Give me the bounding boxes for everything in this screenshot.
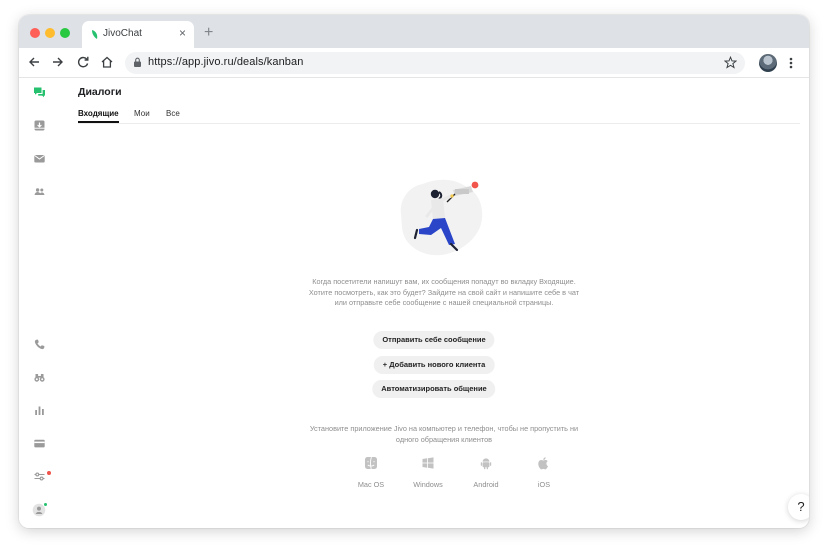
browser-toolbar: https://app.jivo.ru/deals/kanban bbox=[19, 48, 809, 78]
tab-close-icon[interactable]: × bbox=[179, 26, 186, 40]
phone-icon[interactable] bbox=[33, 338, 46, 351]
app-macos-link[interactable]: Mac OS bbox=[346, 456, 396, 489]
reload-icon[interactable] bbox=[76, 55, 90, 69]
credit-card-icon[interactable] bbox=[33, 437, 46, 450]
tab-all[interactable]: Все bbox=[166, 109, 180, 118]
back-arrow-icon[interactable] bbox=[27, 55, 41, 69]
empty-state-line: или отправьте себе сообщение с нашей спе… bbox=[334, 298, 554, 308]
help-button[interactable]: ? bbox=[788, 494, 809, 520]
app-label: Mac OS bbox=[357, 480, 385, 489]
add-new-client-button[interactable]: + Добавить нового клиента bbox=[373, 356, 495, 374]
app-label: Windows bbox=[413, 480, 443, 489]
maximize-window-button[interactable] bbox=[60, 28, 70, 38]
empty-state-illustration bbox=[400, 179, 483, 256]
address-bar[interactable]: https://app.jivo.ru/deals/kanban bbox=[125, 52, 745, 74]
envelope-icon[interactable] bbox=[33, 152, 46, 165]
browser-window: JivoChat × + https://app.jivo.ru/deals/k… bbox=[19, 15, 809, 528]
close-window-button[interactable] bbox=[30, 28, 40, 38]
home-icon[interactable] bbox=[100, 55, 114, 69]
apps-promo-line: одного обращения клиентов bbox=[395, 434, 493, 444]
new-tab-button[interactable]: + bbox=[204, 24, 213, 42]
url-text: https://app.jivo.ru/deals/kanban bbox=[148, 56, 304, 68]
send-self-message-button[interactable]: Отправить себе сообщение bbox=[373, 331, 495, 349]
tab-incoming[interactable]: Входящие bbox=[78, 109, 119, 118]
online-status-dot bbox=[43, 502, 48, 507]
binoculars-icon[interactable] bbox=[33, 371, 46, 384]
app-label: iOS bbox=[537, 480, 551, 489]
bar-chart-icon[interactable] bbox=[33, 404, 46, 417]
contacts-icon[interactable] bbox=[33, 185, 46, 198]
app-label: Android bbox=[473, 480, 499, 489]
empty-state-line: Когда посетители напишут вам, их сообщен… bbox=[312, 277, 576, 286]
app-windows-link[interactable]: Windows bbox=[403, 456, 453, 489]
empty-state-line: Хотите посмотреть, как это будет? Зайдит… bbox=[308, 287, 580, 297]
apps-promo-text: Установите приложение Jivo на компьютер … bbox=[279, 424, 609, 445]
app-sidebar bbox=[19, 78, 59, 528]
app-ios-link[interactable]: iOS bbox=[519, 456, 569, 489]
finder-icon bbox=[365, 456, 377, 470]
apple-icon bbox=[538, 457, 548, 470]
settings-notification-badge bbox=[47, 471, 51, 475]
browser-tab-bar: JivoChat × + bbox=[19, 15, 809, 48]
tabs-divider bbox=[78, 123, 800, 124]
browser-menu-icon[interactable] bbox=[788, 56, 794, 70]
settings-sliders-icon[interactable] bbox=[33, 470, 46, 483]
windows-icon bbox=[422, 457, 434, 469]
page-title: Диалоги bbox=[78, 86, 122, 98]
main-content: Диалоги Входящие Мои Все Когда посетител bbox=[59, 78, 809, 528]
browser-tab[interactable]: JivoChat × bbox=[82, 21, 194, 48]
bookmark-star-icon[interactable] bbox=[724, 56, 737, 69]
tab-title: JivoChat bbox=[103, 28, 142, 39]
lock-icon bbox=[134, 57, 141, 67]
automate-communication-button[interactable]: Автоматизировать общение bbox=[372, 380, 496, 398]
browser-profile-avatar[interactable] bbox=[759, 54, 777, 72]
android-icon bbox=[480, 458, 492, 470]
empty-state-text: Когда посетители напишут вам, их сообщен… bbox=[259, 277, 629, 309]
jivo-leaf-icon bbox=[92, 30, 98, 39]
minimize-window-button[interactable] bbox=[45, 28, 55, 38]
chat-bubbles-icon[interactable] bbox=[33, 86, 46, 99]
apps-promo-line: Установите приложение Jivo на компьютер … bbox=[309, 424, 579, 433]
forward-arrow-icon[interactable] bbox=[51, 55, 65, 69]
app-android-link[interactable]: Android bbox=[461, 456, 511, 489]
tab-mine[interactable]: Мои bbox=[134, 109, 150, 118]
inbox-download-icon[interactable] bbox=[33, 119, 46, 132]
